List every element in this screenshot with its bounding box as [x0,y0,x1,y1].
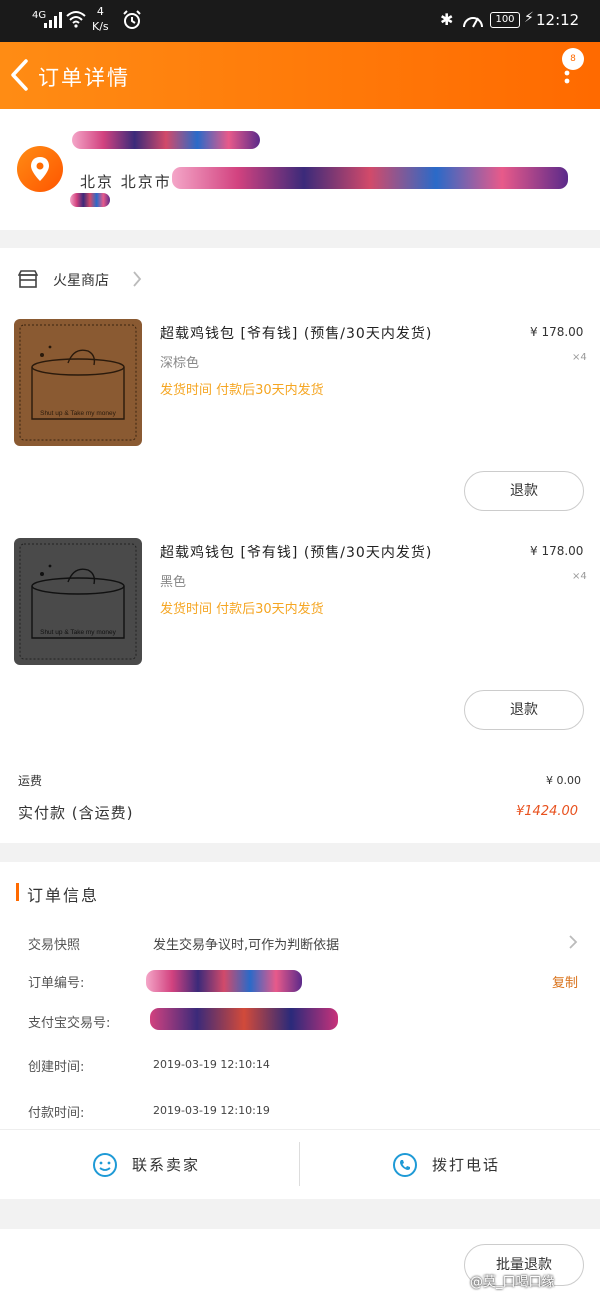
product-name: 超载鸡钱包 [爷有钱] (预售/30天内发货) [160,326,433,342]
status-bar: 4G 4 K/s ✱ 100 ⚡ 12:12 [0,0,600,42]
contact-actions: 联系卖家 拨打电话 [0,1129,600,1199]
clock: 12:12 [536,11,580,29]
battery-indicator: 100 [490,12,520,28]
redacted-street-address [172,167,568,189]
wallet-bg [14,538,142,665]
page-title: 订单详情 [38,66,130,90]
product-quantity: ×4 [572,352,587,363]
call-button[interactable]: 拨打电话 [300,1130,600,1200]
shipping-time: 发货时间 付款后30天内发货 [160,383,324,398]
wallet-bg [14,319,142,446]
wallet-slogan: Shut up & Take my money [40,410,117,417]
phone-icon [393,1153,417,1177]
redacted-alipay-number [150,1008,338,1030]
chat-icon [93,1153,117,1177]
copy-button[interactable]: 复制 [552,972,578,991]
paid-time-value: 2019-03-19 12:10:19 [153,1104,270,1117]
back-arrow-icon[interactable] [8,58,32,92]
speed-gauge-icon [463,17,483,28]
product-price: ¥ 178.00 [530,544,584,558]
shipping-time: 发货时间 付款后30天内发货 [160,602,324,617]
section-accent-bar [16,883,19,901]
total-paid-label: 实付款 (含运费) [18,804,134,822]
wallet-image: Shut up & Take my money [14,538,142,665]
chevron-right-icon [133,271,142,287]
more-options-icon[interactable] [560,67,574,101]
created-time-value: 2019-03-19 12:10:14 [153,1058,270,1071]
product-spec: 黑色 [160,575,187,590]
paid-time-label: 付款时间: [28,1106,85,1121]
shipping-fee-label: 运费 [18,774,43,788]
wallet-slogan: Shut up & Take my money [40,629,117,636]
product-image: Shut up & Take my money [14,538,142,665]
redacted-address-end [70,193,110,207]
contact-seller-button[interactable]: 联系卖家 [0,1130,299,1200]
order-info-card: 订单信息 交易快照 发生交易争议时,可作为判断依据 订单编号: 复制 支付宝交易… [0,862,600,1199]
watermark-text: @莫_口喝口缘 [470,1275,555,1290]
speed-unit: K/s [92,20,109,33]
bluetooth-icon: ✱ [440,10,454,29]
app-header: 订单详情 8 [0,42,600,109]
order-item[interactable]: Shut up & Take my money 超载鸡钱包 [爷有钱] (预售/… [0,538,600,757]
shop-name: 火星商店 [53,273,109,289]
product-name: 超载鸡钱包 [爷有钱] (预售/30天内发货) [160,545,433,561]
product-price: ¥ 178.00 [530,325,584,339]
section-heading: 订单信息 [27,886,100,905]
shop-row[interactable]: 火星商店 [0,248,600,312]
product-spec: 深棕色 [160,356,200,371]
speed-value: 4 [96,5,104,18]
refund-button[interactable]: 退款 [464,471,584,511]
snapshot-label: 交易快照 [28,938,81,953]
store-icon [18,270,38,288]
created-time-label: 创建时间: [28,1060,85,1075]
order-item[interactable]: Shut up & Take my money 超载鸡钱包 [爷有钱] (预售/… [0,319,600,538]
shipping-fee-value: ¥ 0.00 [546,774,581,787]
contact-seller-label: 联系卖家 [132,1156,201,1174]
wifi-icon [66,11,86,28]
refund-button[interactable]: 退款 [464,690,584,730]
chevron-right-icon[interactable] [568,934,578,950]
bottom-action-bar: 批量退款 @莫_口喝口缘 [0,1229,600,1300]
redacted-recipient-name [72,131,260,149]
address-city: 北京 北京市 [80,173,172,191]
order-products-card: 火星商店 Shut up & Take my money 超载鸡钱包 [爷有钱]… [0,248,600,843]
product-image: Shut up & Take my money [14,319,142,446]
charging-icon: ⚡ [524,10,534,26]
alipay-number-label: 支付宝交易号: [28,1016,111,1031]
product-quantity: ×4 [572,571,587,582]
total-paid-value: ¥1424.00 [516,804,579,819]
alarm-icon [123,10,141,29]
location-pin-icon [17,146,63,192]
wallet-image: Shut up & Take my money [14,319,142,446]
snapshot-value[interactable]: 发生交易争议时,可作为判断依据 [153,934,339,953]
call-label: 拨打电话 [432,1156,501,1174]
order-number-label: 订单编号: [28,976,85,991]
shipping-address-card[interactable]: 北京 北京市 [0,109,600,230]
redacted-order-number [146,970,302,992]
network-speed: 4 K/s [92,4,109,34]
signal-icon [44,12,62,28]
